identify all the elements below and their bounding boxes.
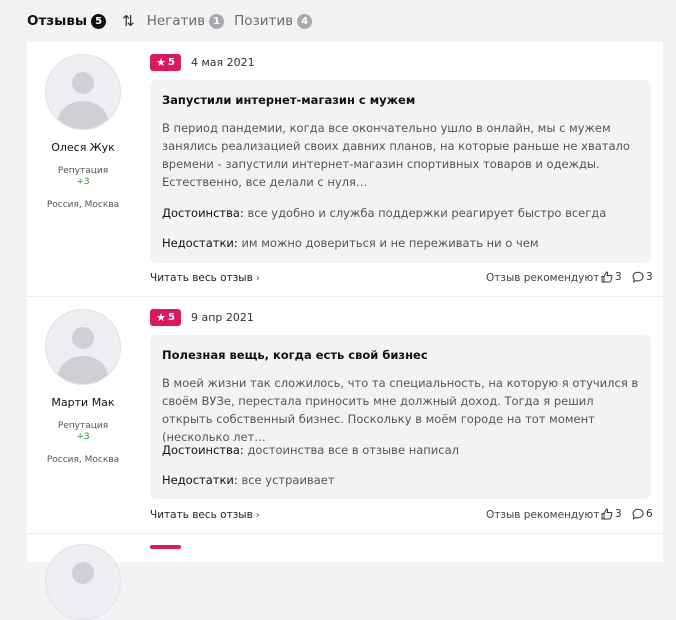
sort-arrows-icon[interactable]: ⇅: [122, 12, 135, 30]
avatar-head-shape: [72, 72, 94, 94]
tab-negative[interactable]: Негатив 1: [146, 13, 225, 29]
review-text: В период пандемии, когда все окончательн…: [162, 121, 630, 189]
comments-count: 3: [646, 271, 653, 283]
review-pros: Достоинства: достоинства все в отзыве на…: [162, 443, 459, 457]
reputation-value: +3: [76, 177, 90, 187]
author-location: Россия, Москва: [46, 200, 120, 210]
divider: [27, 533, 663, 534]
like-button[interactable]: 3: [601, 508, 622, 520]
author-name[interactable]: Олеся Жук: [27, 141, 139, 154]
cons-label: Недостатки:: [162, 236, 238, 250]
thumbs-up-icon: [601, 508, 613, 520]
reputation-value: +3: [76, 432, 90, 442]
comments-button[interactable]: 3: [632, 271, 653, 283]
review-text: В моей жизни так сложилось, что та специ…: [162, 376, 639, 444]
avatar[interactable]: [45, 54, 121, 130]
reviews-list: Олеся Жук Репутация +3 Россия, Москва ★ …: [27, 42, 663, 620]
review-card: Марти Мак Репутация +3 Россия, Москва ★ …: [27, 297, 663, 537]
avatar[interactable]: [45, 544, 121, 620]
avatar-body-shape: [58, 356, 108, 384]
rating-badge: ★ 5: [150, 54, 181, 71]
count-badge: 5: [91, 13, 107, 29]
review-body: Полезная вещь, когда есть свой бизнес В …: [150, 335, 651, 499]
likes-count: 3: [615, 271, 622, 283]
count-badge: 4: [297, 13, 313, 29]
chevron-right-icon: ›: [255, 273, 260, 284]
cons-text: им можно довериться и не переживать ни о…: [241, 236, 539, 250]
avatar-head-shape: [72, 562, 94, 584]
review-title[interactable]: Запустили интернет-магазин с мужем: [162, 93, 415, 107]
author-location: Россия, Москва: [46, 455, 120, 465]
recommend-label: Отзыв рекомендуют: [486, 272, 600, 284]
tab-all-reviews[interactable]: Отзывы 5: [27, 13, 107, 29]
cons-label: Недостатки:: [162, 473, 238, 487]
rating-badge: [150, 545, 181, 549]
pros-text: достоинства все в отзыве написал: [247, 443, 459, 457]
author-name[interactable]: Марти Мак: [27, 396, 139, 409]
avatar-body-shape: [58, 101, 108, 129]
reputation-label: Репутация: [57, 421, 109, 431]
rating-value: 5: [167, 57, 175, 68]
pros-label: Достоинства:: [162, 443, 244, 457]
likes-count: 3: [615, 508, 622, 520]
reputation-label: Репутация: [57, 166, 109, 176]
comments-count: 6: [646, 508, 653, 520]
comments-button[interactable]: 6: [632, 508, 653, 520]
review-title[interactable]: Полезная вещь, когда есть свой бизнес: [162, 348, 428, 362]
read-more-label: Читать весь отзыв: [150, 509, 253, 521]
rating-value: 5: [167, 312, 175, 323]
recommend-label: Отзыв рекомендуют: [486, 509, 600, 521]
rating-badge: ★ 5: [150, 309, 181, 326]
tab-positive[interactable]: Позитив 4: [234, 13, 313, 29]
review-cons: Недостатки: все устраивает: [162, 473, 335, 487]
read-full-review-link[interactable]: Читать весь отзыв ›: [150, 272, 260, 284]
pros-label: Достоинства:: [162, 206, 244, 220]
star-icon: ★: [156, 56, 166, 69]
tab-label: Негатив: [146, 13, 206, 29]
review-body: Запустили интернет-магазин с мужем В пер…: [150, 80, 651, 263]
review-date: 9 апр 2021: [191, 311, 254, 324]
cons-text: все устраивает: [241, 473, 335, 487]
review-cons: Недостатки: им можно довериться и не пер…: [162, 236, 539, 250]
read-full-review-link[interactable]: Читать весь отзыв ›: [150, 509, 260, 521]
chevron-right-icon: ›: [255, 510, 260, 521]
pros-text: все удобно и служба поддержки реагирует …: [247, 206, 607, 220]
avatar-head-shape: [72, 327, 94, 349]
count-badge: 1: [209, 13, 225, 29]
comment-icon: [632, 508, 644, 520]
review-pros: Достоинства: все удобно и служба поддерж…: [162, 206, 606, 220]
tab-label: Позитив: [234, 13, 294, 29]
star-icon: ★: [156, 311, 166, 324]
review-filter-tabs: Отзывы 5 ⇅ Негатив 1 Позитив 4: [27, 10, 322, 32]
review-card: Олеся Жук Репутация +3 Россия, Москва ★ …: [27, 42, 663, 297]
thumbs-up-icon: [601, 271, 613, 283]
like-button[interactable]: 3: [601, 271, 622, 283]
comment-icon: [632, 271, 644, 283]
read-more-label: Читать весь отзыв: [150, 272, 253, 284]
avatar[interactable]: [45, 309, 121, 385]
review-date: 4 мая 2021: [191, 56, 255, 69]
tab-label: Отзывы: [27, 13, 88, 29]
